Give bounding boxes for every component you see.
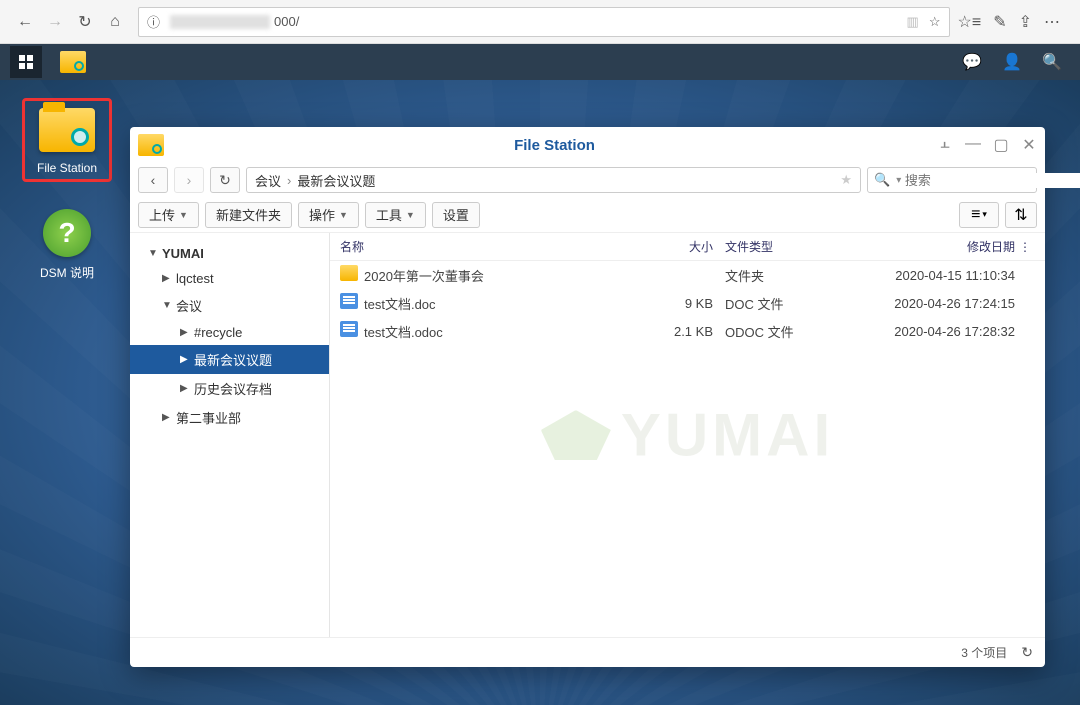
desktop-icon-help[interactable]: ? DSM 说明 bbox=[22, 208, 112, 281]
watermark: YumaI bbox=[541, 401, 834, 470]
maximize-icon[interactable]: ▢ bbox=[993, 135, 1009, 155]
doc-icon bbox=[340, 321, 358, 337]
share-icon[interactable]: ⇪ bbox=[1019, 12, 1032, 32]
desktop-icon-label: DSM 说明 bbox=[22, 264, 112, 281]
desktop-icon-filestation[interactable]: File Station bbox=[22, 98, 112, 182]
window-titlebar[interactable]: File Station ⫠ — ▢ ✕ bbox=[130, 127, 1045, 163]
search-icon[interactable]: 🔍 bbox=[1042, 52, 1062, 72]
status-refresh-icon[interactable]: ↻ bbox=[1021, 644, 1033, 661]
forward-button[interactable]: → bbox=[40, 7, 70, 37]
breadcrumb[interactable]: 会议 › 最新会议议题 ★ bbox=[246, 167, 861, 193]
url-bar[interactable]: ⓘ000/ ▥ ☆ bbox=[138, 7, 950, 37]
col-date[interactable]: 修改日期 bbox=[855, 238, 1015, 255]
favorite-star-icon[interactable]: ★ bbox=[840, 172, 852, 188]
tree-item[interactable]: ▶历史会议存档 bbox=[130, 374, 329, 403]
doc-icon bbox=[340, 293, 358, 309]
search-icon: 🔍 bbox=[874, 172, 890, 188]
desktop-icon-label: File Station bbox=[25, 161, 109, 175]
filestation-window: File Station ⫠ — ▢ ✕ ‹ › ↻ 会议 › 最新会议议题 ★… bbox=[130, 127, 1045, 667]
apps-menu-icon[interactable] bbox=[10, 46, 42, 78]
nav-forward-button[interactable]: › bbox=[174, 167, 204, 193]
item-count: 3 个项目 bbox=[961, 644, 1007, 661]
col-type[interactable]: 文件类型 bbox=[725, 238, 855, 255]
taskbar-filestation-icon[interactable] bbox=[60, 51, 86, 73]
desktop: File Station ? DSM 说明 File Station ⫠ — ▢… bbox=[0, 80, 1080, 705]
more-icon[interactable]: ⋯ bbox=[1044, 12, 1060, 32]
col-menu-icon[interactable]: ⋮ bbox=[1015, 240, 1035, 254]
refresh-button[interactable]: ↻ bbox=[70, 7, 100, 37]
nav-refresh-button[interactable]: ↻ bbox=[210, 167, 240, 193]
favorites-icon[interactable]: ☆≡ bbox=[958, 12, 982, 32]
col-size[interactable]: 大小 bbox=[655, 238, 725, 255]
ink-icon[interactable]: ✎ bbox=[993, 12, 1006, 32]
status-bar: 3 个项目 ↻ bbox=[130, 637, 1045, 667]
tree-item[interactable]: ▶lqctest bbox=[130, 266, 329, 291]
close-icon[interactable]: ✕ bbox=[1021, 135, 1037, 155]
home-button[interactable]: ⌂ bbox=[100, 7, 130, 37]
nav-back-button[interactable]: ‹ bbox=[138, 167, 168, 193]
breadcrumb-segment[interactable]: 最新会议议题 bbox=[297, 171, 375, 190]
file-row[interactable]: 2020年第一次董事会 文件夹 2020-04-15 11:10:34 bbox=[330, 261, 1045, 289]
tree-item[interactable]: ▶第二事业部 bbox=[130, 403, 329, 432]
browser-actions: ☆≡ ✎ ⇪ ⋯ bbox=[958, 12, 1071, 32]
nav-row: ‹ › ↻ 会议 › 最新会议议题 ★ 🔍▾ bbox=[130, 163, 1045, 197]
action-button[interactable]: 操作▼ bbox=[298, 202, 359, 228]
sort-button[interactable]: ⇅ bbox=[1005, 202, 1037, 228]
search-box[interactable]: 🔍▾ bbox=[867, 167, 1037, 193]
file-row[interactable]: test文档.odoc 2.1 KB ODOC 文件 2020-04-26 17… bbox=[330, 317, 1045, 345]
browser-toolbar: ← → ↻ ⌂ ⓘ000/ ▥ ☆ ☆≡ ✎ ⇪ ⋯ bbox=[0, 0, 1080, 44]
user-icon[interactable]: 👤 bbox=[1002, 52, 1022, 72]
col-name[interactable]: 名称 bbox=[340, 238, 655, 255]
new-folder-button[interactable]: 新建文件夹 bbox=[205, 202, 292, 228]
breadcrumb-segment[interactable]: 会议 bbox=[255, 171, 281, 190]
folder-tree: ▼YUMAI ▶lqctest ▼会议 ▶#recycle ▶最新会议议题 ▶历… bbox=[130, 233, 330, 637]
tree-item[interactable]: ▶#recycle bbox=[130, 320, 329, 345]
tree-root[interactable]: ▼YUMAI bbox=[130, 241, 329, 266]
chevron-down-icon[interactable]: ▾ bbox=[896, 175, 901, 186]
search-input[interactable] bbox=[905, 173, 1080, 188]
toolbar: 上传▼ 新建文件夹 操作▼ 工具▼ 设置 ≡ ▾ ⇅ bbox=[130, 197, 1045, 233]
file-pane: 名称 大小 文件类型 修改日期 ⋮ 2020年第一次董事会 文件夹 2020-0… bbox=[330, 233, 1045, 637]
file-columns: 名称 大小 文件类型 修改日期 ⋮ bbox=[330, 233, 1045, 261]
upload-button[interactable]: 上传▼ bbox=[138, 202, 199, 228]
tools-button[interactable]: 工具▼ bbox=[365, 202, 426, 228]
chat-icon[interactable]: 💬 bbox=[962, 52, 982, 72]
pin-icon[interactable]: ⫠ bbox=[937, 135, 953, 155]
minimize-icon[interactable]: — bbox=[965, 135, 981, 155]
window-title: File Station bbox=[172, 137, 937, 154]
dsm-taskbar: 💬 👤 🔍 bbox=[0, 44, 1080, 80]
tree-item[interactable]: ▼会议 bbox=[130, 291, 329, 320]
file-row[interactable]: test文档.doc 9 KB DOC 文件 2020-04-26 17:24:… bbox=[330, 289, 1045, 317]
view-list-button[interactable]: ≡ ▾ bbox=[959, 202, 999, 228]
back-button[interactable]: ← bbox=[10, 7, 40, 37]
tree-item-active[interactable]: ▶最新会议议题 bbox=[130, 345, 329, 374]
chevron-right-icon: › bbox=[287, 173, 291, 188]
settings-button[interactable]: 设置 bbox=[432, 202, 480, 228]
folder-icon bbox=[340, 265, 358, 281]
